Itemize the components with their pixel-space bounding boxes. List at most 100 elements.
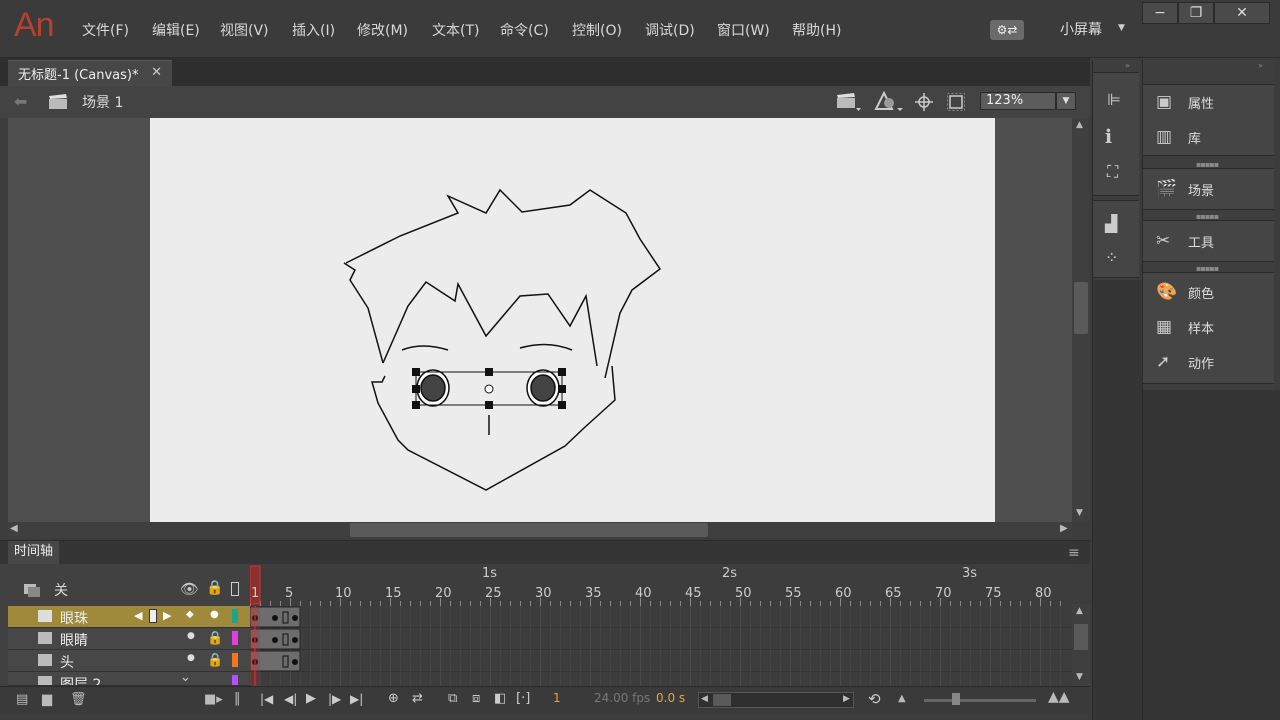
timeline-zoom-handle[interactable] bbox=[952, 693, 960, 705]
keyframe-dot[interactable] bbox=[292, 615, 298, 621]
timeline-hscroll-thumb[interactable] bbox=[713, 694, 731, 706]
outline-icon[interactable] bbox=[231, 582, 239, 596]
keyframe-dot[interactable] bbox=[272, 615, 278, 621]
camera-icon[interactable]: ■▸ bbox=[204, 692, 223, 707]
zoom-large-icon[interactable]: ▲▲ bbox=[1048, 689, 1070, 705]
fps-value[interactable]: 24.00 fps bbox=[594, 691, 650, 705]
panel-tools[interactable]: ✂ 工具 bbox=[1146, 226, 1274, 256]
character-drawing[interactable] bbox=[150, 118, 995, 522]
play-icon[interactable]: ▶ bbox=[306, 691, 316, 706]
onion-outline-icon[interactable]: ⧈ bbox=[472, 691, 480, 706]
layer-name[interactable]: 眼珠 bbox=[60, 608, 88, 628]
close-window-button[interactable]: ✕ bbox=[1214, 2, 1270, 24]
onion-skin-icon[interactable]: ⧉ bbox=[448, 691, 457, 706]
frame-grid[interactable] bbox=[250, 606, 1072, 686]
last-frame-icon[interactable]: ▶| bbox=[350, 692, 363, 706]
loop-icon[interactable]: ⇄ bbox=[412, 691, 423, 706]
layer-stack-icon[interactable] bbox=[22, 582, 42, 598]
scroll-right-icon[interactable]: ▶ bbox=[843, 694, 850, 704]
prev-keyframe-icon[interactable]: ◀ bbox=[134, 609, 142, 622]
layer-color-swatch[interactable] bbox=[232, 675, 238, 685]
scroll-up-icon[interactable]: ▲ bbox=[1076, 120, 1083, 130]
center-stage-icon[interactable] bbox=[915, 93, 933, 111]
edit-scene-icon[interactable] bbox=[836, 92, 862, 112]
timeline-zoom-slider[interactable] bbox=[924, 699, 1036, 702]
menu-insert[interactable]: 插入(I) bbox=[292, 20, 335, 40]
next-keyframe-icon[interactable]: ▶ bbox=[163, 609, 171, 622]
panel-actions[interactable]: ➚ 动作 bbox=[1146, 347, 1274, 377]
layer-color-swatch[interactable] bbox=[232, 653, 238, 667]
clip-to-stage-icon[interactable] bbox=[947, 93, 965, 111]
keyframe-dot[interactable] bbox=[272, 637, 278, 643]
scroll-right-icon[interactable]: ▶ bbox=[1060, 523, 1068, 534]
zoom-input[interactable]: 123% bbox=[980, 92, 1056, 110]
minimize-button[interactable]: − bbox=[1142, 2, 1178, 24]
menu-debug[interactable]: 调试(D) bbox=[645, 20, 695, 40]
lock-icon[interactable]: 🔒 bbox=[207, 631, 223, 646]
lock-dot-icon[interactable]: ● bbox=[210, 609, 219, 620]
panel-color[interactable]: 🎨 颜色 bbox=[1146, 277, 1274, 307]
menu-file[interactable]: 文件(F) bbox=[82, 20, 129, 40]
panel-library[interactable]: ▥ 库 bbox=[1146, 122, 1274, 152]
panel-menu-icon[interactable]: ≡ bbox=[1068, 545, 1080, 561]
layer-row[interactable]: 图层 2 ⌄ bbox=[8, 672, 250, 686]
lock-icon[interactable]: 🔒 bbox=[207, 653, 223, 668]
pause-icon[interactable]: ‖ bbox=[234, 691, 241, 706]
new-layer-icon[interactable]: ▤ bbox=[16, 692, 28, 707]
current-frame-value[interactable]: 1 bbox=[553, 691, 561, 705]
add-keyframe-icon[interactable] bbox=[149, 609, 157, 623]
stage-canvas[interactable] bbox=[150, 118, 995, 522]
menu-help[interactable]: 帮助(H) bbox=[792, 20, 841, 40]
collapse-grip-icon[interactable]: » bbox=[1258, 61, 1263, 70]
step-forward-icon[interactable]: |▶ bbox=[328, 692, 341, 706]
layer-header-toggle[interactable]: 关 bbox=[54, 580, 68, 600]
lock-icon[interactable]: 🔒 bbox=[206, 580, 223, 596]
trash-icon[interactable]: 🗑 bbox=[70, 692, 87, 707]
menu-control[interactable]: 控制(O) bbox=[572, 20, 622, 40]
scroll-left-icon[interactable]: ◀ bbox=[10, 523, 18, 534]
visibility-dot-icon[interactable]: ◆ bbox=[186, 609, 194, 620]
menu-commands[interactable]: 命令(C) bbox=[500, 20, 549, 40]
layer-name[interactable]: 眼睛 bbox=[60, 630, 88, 650]
keyframe-dot[interactable] bbox=[292, 659, 298, 665]
stage-vertical-scroll-thumb[interactable] bbox=[1074, 282, 1088, 334]
panel-swatches[interactable]: ▦ 样本 bbox=[1146, 312, 1274, 342]
layer-row[interactable]: 眼珠 ◀ ▶ ◆ ● bbox=[8, 606, 250, 628]
layer-row[interactable]: 头 ● 🔒 bbox=[8, 650, 250, 672]
collapse-grip-icon[interactable]: » bbox=[1125, 61, 1130, 70]
panel-properties[interactable]: ▣ 属性 bbox=[1146, 87, 1274, 117]
timeline-scroll-thumb[interactable] bbox=[1074, 624, 1088, 650]
workspace-selector[interactable]: 小屏幕 bbox=[1060, 19, 1102, 39]
new-folder-icon[interactable]: ▆ bbox=[42, 692, 52, 707]
zoom-small-icon[interactable]: ▲ bbox=[898, 693, 906, 704]
info-icon[interactable]: ℹ bbox=[1105, 126, 1112, 148]
layer-name[interactable]: 图层 2 bbox=[60, 674, 101, 685]
onion-markers-icon[interactable]: [·] bbox=[516, 691, 530, 706]
step-back-icon[interactable]: ◀| bbox=[284, 692, 297, 706]
motion-presets-icon[interactable]: ⁘ bbox=[1105, 248, 1118, 267]
scroll-down-icon[interactable]: ▼ bbox=[1076, 508, 1083, 518]
center-frame-icon[interactable]: ⊕ bbox=[388, 691, 399, 706]
edit-symbols-icon[interactable] bbox=[874, 91, 904, 113]
first-frame-icon[interactable]: |◀ bbox=[260, 692, 273, 706]
eye-icon[interactable]: 👁 bbox=[180, 580, 199, 598]
visibility-dot-icon[interactable]: ● bbox=[187, 631, 195, 641]
layer-color-swatch[interactable] bbox=[232, 631, 238, 645]
components-icon[interactable]: ▟ bbox=[1105, 214, 1117, 233]
edit-multiple-icon[interactable]: ◧ bbox=[494, 691, 506, 706]
timeline-vertical-scrollbar[interactable]: ▲ ▼ bbox=[1072, 604, 1090, 686]
keyframe-dot[interactable] bbox=[292, 637, 298, 643]
maximize-button[interactable]: ❐ bbox=[1178, 2, 1214, 24]
frames-panel[interactable]: 1s 2s 3s 1 5 10 15 20 25 30 35 40 45 50 55 60 65 70 75 8… bbox=[250, 564, 1072, 686]
back-arrow-icon[interactable]: ⬅ bbox=[14, 92, 27, 111]
visibility-dot-icon[interactable]: ● bbox=[187, 653, 195, 663]
menu-text[interactable]: 文本(T) bbox=[432, 20, 479, 40]
stage-horizontal-scroll-thumb[interactable] bbox=[350, 523, 708, 537]
menu-window[interactable]: 窗口(W) bbox=[717, 20, 770, 40]
close-icon[interactable]: ✕ bbox=[151, 65, 162, 80]
scroll-down-icon[interactable]: ▼ bbox=[1076, 672, 1083, 682]
timeline-horizontal-scrollbar[interactable]: ◀ ▶ bbox=[698, 692, 854, 708]
menu-edit[interactable]: 编辑(E) bbox=[152, 20, 200, 40]
panel-scene[interactable]: 🎬 场景 bbox=[1146, 174, 1274, 204]
menu-view[interactable]: 视图(V) bbox=[220, 20, 269, 40]
